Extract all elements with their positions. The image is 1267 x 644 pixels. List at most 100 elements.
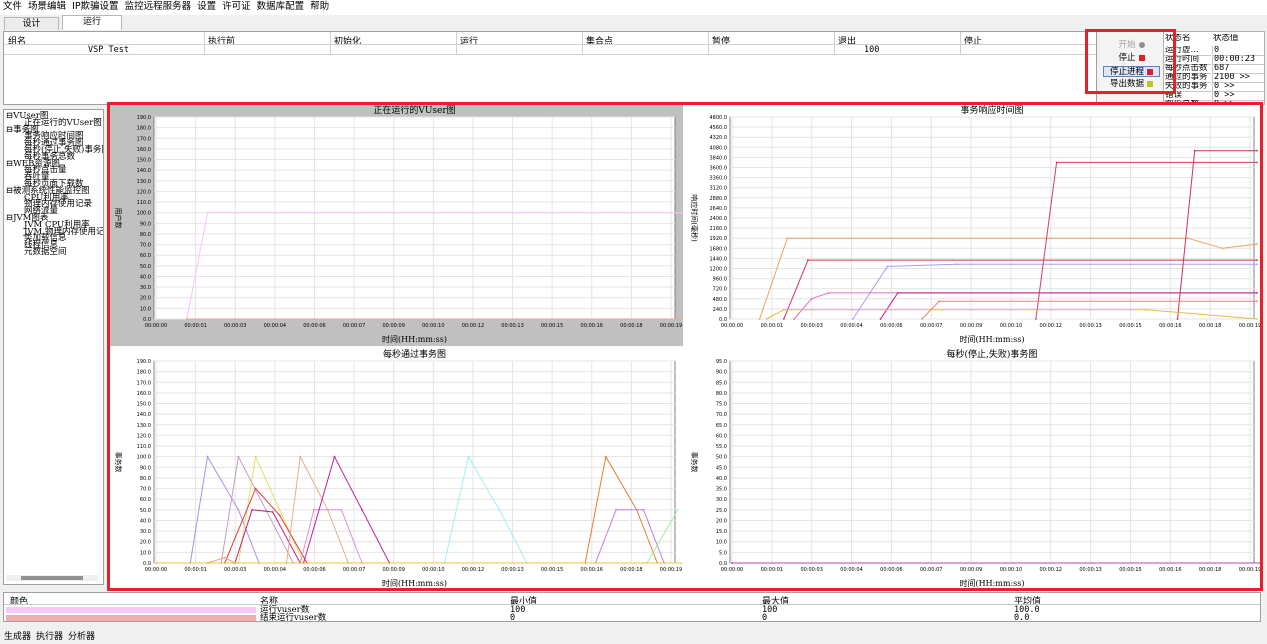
x-tick-label: 00:00:07 bbox=[920, 323, 942, 329]
data-point bbox=[1256, 259, 1258, 261]
legend-row[interactable]: 运行vuser数 100 100 100.0 bbox=[4, 606, 1260, 614]
data-point bbox=[1256, 243, 1258, 245]
data-point bbox=[938, 300, 941, 303]
y-tick-label: 1920.0 bbox=[710, 236, 728, 242]
export-label: 导出数据 bbox=[1109, 79, 1144, 89]
y-tick-label: 1440.0 bbox=[710, 256, 728, 262]
x-tick-label: 00:00:16 bbox=[1159, 323, 1181, 329]
menu-item[interactable]: 设置 bbox=[197, 0, 216, 15]
y-tick-label: 20.0 bbox=[140, 540, 151, 546]
tree-scrollbar-thumb[interactable] bbox=[21, 576, 83, 580]
x-tick-label: 00:00:19 bbox=[660, 567, 682, 573]
status-row: 通过的事务 2100 >> bbox=[1164, 73, 1264, 83]
x-tick-label: 00:00:15 bbox=[541, 323, 563, 329]
y-tick-label: 1200.0 bbox=[710, 267, 728, 273]
data-point bbox=[278, 514, 281, 517]
y-tick-label: 180.0 bbox=[137, 370, 151, 376]
data-point bbox=[264, 508, 267, 511]
chart-svg: 每秒通过事务图0.010.020.030.040.050.060.070.080… bbox=[108, 347, 683, 590]
legend-max: 0 bbox=[762, 613, 768, 623]
stop-button[interactable]: 停止 bbox=[1103, 53, 1160, 64]
menu-item[interactable]: 数据库配置 bbox=[257, 0, 305, 15]
stop-progress-label: 停止进程 bbox=[1109, 67, 1144, 77]
data-point bbox=[1256, 149, 1258, 152]
status-name-header: 状态名 bbox=[1165, 34, 1191, 43]
bottom-tab[interactable]: 分析器 bbox=[68, 631, 95, 643]
stop-progress-button[interactable]: 停止进程 bbox=[1103, 66, 1160, 77]
transaction-response-time-chart: 事务响应时间图 0.0 240.0 480.0 720.0 960.0 1200.0 1440… bbox=[684, 103, 1262, 346]
y-tick-label: 1680.0 bbox=[710, 246, 728, 252]
x-tick-label: 00:00:16 bbox=[581, 567, 603, 573]
status-row: 失败的事务 0 >> bbox=[1164, 82, 1264, 92]
y-tick-label: 20.0 bbox=[716, 518, 727, 524]
data-point bbox=[206, 455, 209, 458]
x-tick-label: 00:00:01 bbox=[184, 323, 206, 329]
tab-run[interactable]: 运行 bbox=[62, 15, 122, 30]
y-tick-label: 160.0 bbox=[137, 391, 151, 397]
tree-item[interactable]: 元数据空间 bbox=[24, 248, 67, 257]
legend-name: 结束运行vuser数 bbox=[260, 613, 327, 623]
data-point bbox=[758, 318, 761, 320]
legend-min: 0 bbox=[510, 613, 516, 623]
y-tick-label: 4320.0 bbox=[710, 135, 728, 141]
group-row-cell[interactable]: 100 bbox=[864, 45, 879, 55]
y-tick-label: 20.0 bbox=[140, 296, 151, 302]
data-point bbox=[254, 487, 257, 490]
y-tick-label: 40.0 bbox=[140, 518, 151, 524]
x-tick-label: 00:00:03 bbox=[224, 567, 246, 573]
menu-item[interactable]: 文件 bbox=[3, 0, 22, 15]
x-tick-label: 00:00:10 bbox=[1000, 323, 1022, 329]
status-row: 每秒点击数 687 bbox=[1164, 64, 1264, 74]
x-tick-label: 00:00:01 bbox=[184, 567, 206, 573]
x-tick-label: 00:00:00 bbox=[145, 323, 167, 329]
data-point bbox=[879, 318, 882, 320]
x-tick-label: 00:00:03 bbox=[800, 323, 822, 329]
y-tick-label: 65.0 bbox=[716, 423, 727, 429]
export-data-button[interactable]: 导出数据 bbox=[1103, 79, 1160, 90]
y-tick-label: 30.0 bbox=[140, 285, 151, 291]
y-tick-label: 70.0 bbox=[140, 487, 151, 493]
y-tick-label: 2880.0 bbox=[710, 196, 728, 202]
y-tick-label: 2160.0 bbox=[710, 226, 728, 232]
group-row-cell[interactable]: VSP Test bbox=[88, 45, 129, 55]
data-point bbox=[186, 318, 188, 320]
legend-row[interactable]: 结束运行vuser数 0 0 0.0 bbox=[4, 614, 1260, 622]
y-tick-label: 120.0 bbox=[137, 189, 151, 195]
bottom-tab[interactable]: 生成器 bbox=[4, 631, 31, 643]
y-tick-label: 80.0 bbox=[140, 232, 151, 238]
menu-item[interactable]: 场景编辑 bbox=[28, 0, 66, 15]
x-tick-label: 00:00:09 bbox=[382, 567, 404, 573]
y-tick-label: 130.0 bbox=[137, 179, 151, 185]
y-tick-label: 4080.0 bbox=[710, 145, 728, 151]
x-tick-label: 00:00:15 bbox=[1119, 323, 1141, 329]
data-point bbox=[206, 211, 209, 214]
start-button[interactable]: 开始 bbox=[1103, 40, 1160, 51]
menu-item[interactable]: 许可证 bbox=[222, 0, 251, 15]
group-column-header: 运行 bbox=[460, 37, 479, 47]
menu-item[interactable]: 帮助 bbox=[310, 0, 329, 15]
y-tick-label: 15.0 bbox=[716, 529, 727, 535]
y-tick-label: 5.0 bbox=[719, 550, 727, 556]
y-tick-label: 10.0 bbox=[140, 550, 151, 556]
x-tick-label: 00:00:15 bbox=[541, 567, 563, 573]
plot-area bbox=[153, 116, 676, 320]
x-tick-label: 00:00:03 bbox=[800, 567, 822, 573]
y-tick-label: 4560.0 bbox=[710, 125, 728, 131]
x-tick-label: 00:00:10 bbox=[422, 323, 444, 329]
menu-item[interactable]: 监控远程服务器 bbox=[125, 0, 192, 15]
y-tick-label: 30.0 bbox=[140, 529, 151, 535]
data-point bbox=[1221, 247, 1224, 250]
y-tick-label: 160.0 bbox=[137, 147, 151, 153]
bottom-tab[interactable]: 执行器 bbox=[36, 631, 63, 643]
data-point bbox=[1256, 292, 1258, 294]
status-value-header: 状态值 bbox=[1213, 34, 1239, 43]
tab-design[interactable]: 设计 bbox=[4, 17, 59, 30]
data-point bbox=[333, 455, 336, 458]
data-point bbox=[731, 562, 733, 564]
menu-item[interactable]: IP欺骗设置 bbox=[72, 0, 119, 15]
stop-square-icon bbox=[1138, 54, 1145, 61]
tree-horizontal-scrollbar[interactable] bbox=[6, 575, 98, 581]
transactions-per-second-chart: 每秒通过事务图 0.0 10.0 20.0 30.0 40.0 50.0 60.0 70.0 80… bbox=[108, 347, 683, 590]
y-tick-label: 60.0 bbox=[716, 433, 727, 439]
data-point bbox=[361, 508, 363, 511]
